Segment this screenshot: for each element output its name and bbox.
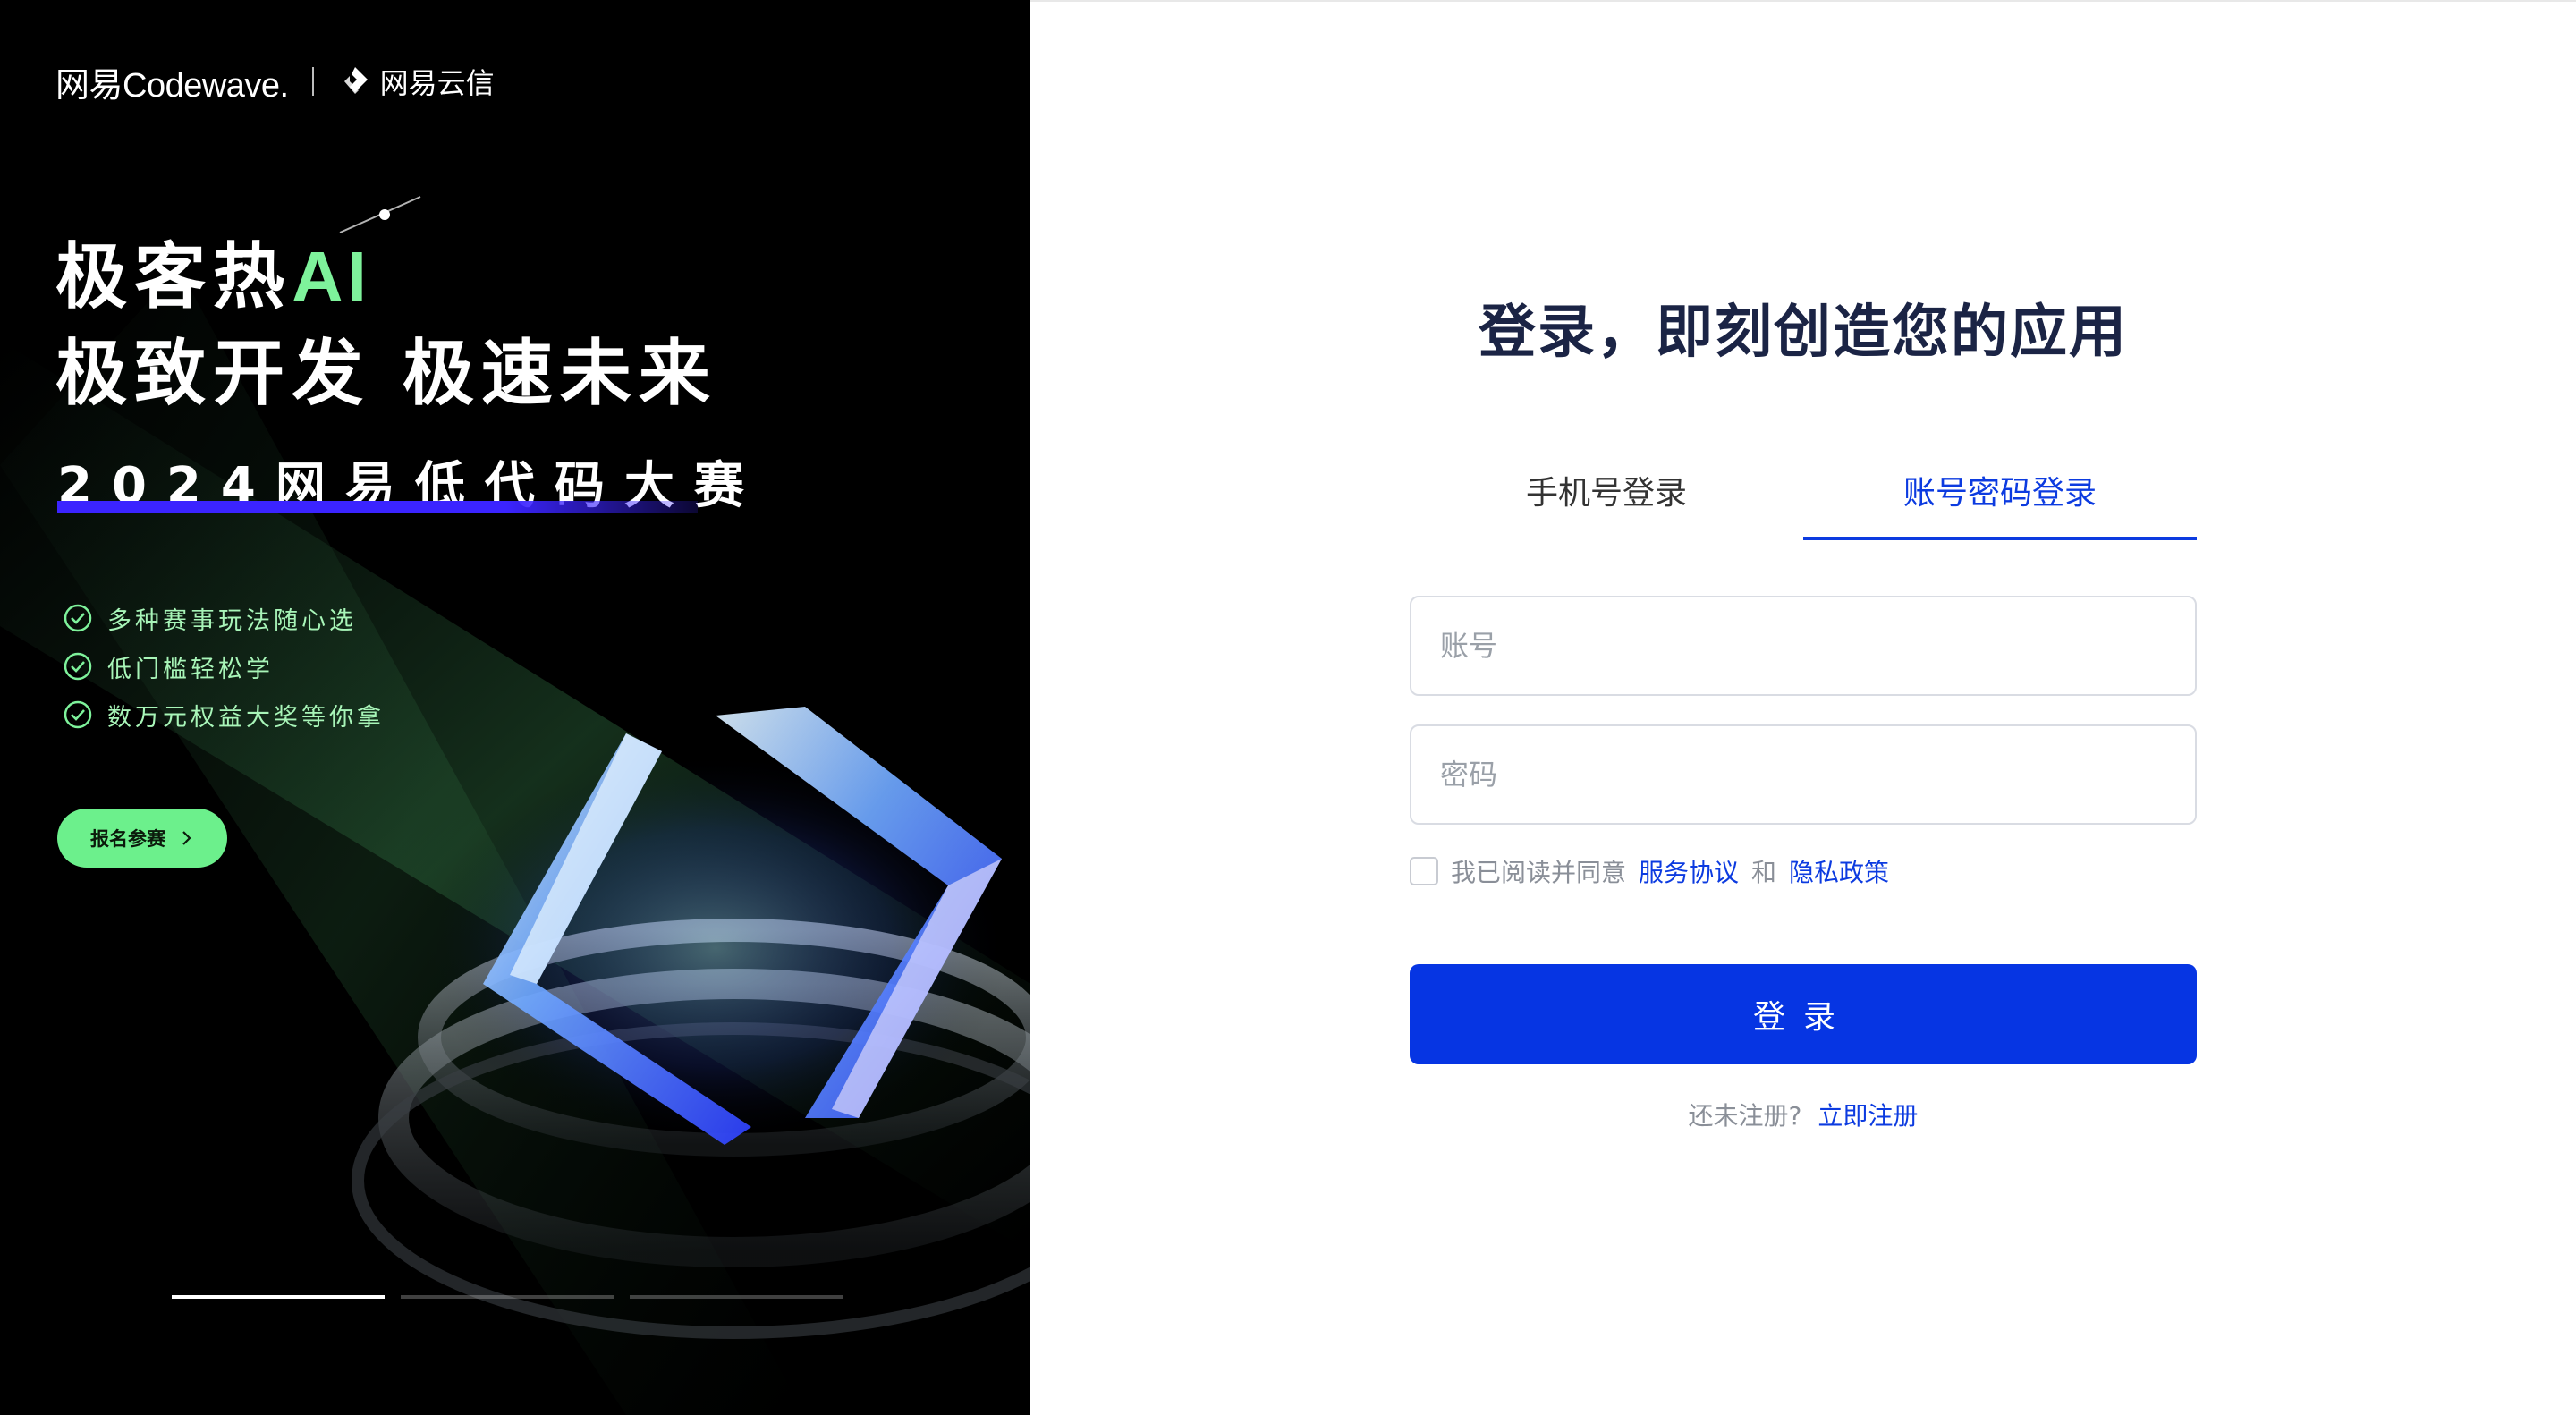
check-circle-icon — [64, 652, 92, 681]
headline-ai: AI — [292, 237, 370, 317]
join-contest-button[interactable]: 报名参赛 — [57, 809, 227, 868]
feature-item: 低门槛轻松学 — [63, 642, 385, 691]
check-circle-icon — [64, 700, 92, 729]
carousel-dot[interactable] — [630, 1295, 843, 1299]
agreement-checkbox[interactable] — [1410, 857, 1438, 885]
chevron-right-icon — [182, 831, 191, 845]
login-panel: 登录，即刻创造您的应用 手机号登录 账号密码登录 我已阅读并同意 服务协议 和 … — [1030, 0, 2576, 1415]
register-link[interactable]: 立即注册 — [1818, 1101, 1918, 1131]
join-contest-label: 报名参赛 — [90, 828, 165, 850]
register-prompt: 还未注册? — [1688, 1101, 1802, 1131]
carousel-indicators — [172, 1295, 843, 1299]
yunxin-logo-icon — [343, 67, 368, 94]
headline-line-2: 极致开发 极速未来 — [55, 332, 717, 415]
feature-item: 数万元权益大奖等你拿 — [63, 691, 385, 739]
account-input[interactable] — [1410, 596, 2197, 696]
and-text: 和 — [1751, 858, 1777, 887]
agreement-row: 我已阅读并同意 服务协议 和 隐私政策 — [1410, 853, 1889, 889]
promo-headline: 极客热AI 极致开发 极速未来 — [55, 229, 717, 422]
brand-logos: 网易Codewave. 网易云信 — [55, 59, 495, 105]
feature-text: 多种赛事玩法随心选 — [107, 606, 357, 635]
feature-list: 多种赛事玩法随心选 低门槛轻松学 数万元权益大奖等你拿 — [63, 594, 385, 739]
login-tabs: 手机号登录 账号密码登录 — [1410, 454, 2197, 540]
carousel-dot[interactable] — [401, 1295, 614, 1299]
agreement-text: 我已阅读并同意 — [1451, 858, 1627, 887]
contest-underline — [57, 501, 698, 513]
yunxin-logo-text: 网易云信 — [379, 66, 495, 100]
brand-divider — [311, 67, 314, 96]
tab-account-login[interactable]: 账号密码登录 — [1803, 454, 2197, 540]
headline-prefix: 极客热 — [55, 235, 292, 318]
carousel-dot[interactable] — [172, 1295, 385, 1299]
headline-line-1: 极客热AI — [55, 229, 717, 326]
privacy-policy-link[interactable]: 隐私政策 — [1789, 853, 1889, 889]
yunxin-logo: 网易云信 — [337, 61, 495, 102]
check-circle-icon — [64, 604, 92, 632]
codewave-logo: 网易Codewave. — [55, 66, 289, 105]
tab-phone-login[interactable]: 手机号登录 — [1410, 454, 1803, 540]
feature-item: 多种赛事玩法随心选 — [63, 594, 385, 642]
login-button[interactable]: 登录 — [1410, 964, 2197, 1064]
page-title: 登录，即刻创造您的应用 — [1479, 300, 2128, 366]
service-agreement-link[interactable]: 服务协议 — [1639, 853, 1739, 889]
feature-text: 数万元权益大奖等你拿 — [107, 703, 385, 732]
register-row: 还未注册? 立即注册 — [1030, 1097, 2576, 1132]
promo-banner: 网易Codewave. 网易云信 极客热AI 极致开发 极速未来 2024网易低… — [0, 0, 1030, 1415]
feature-text: 低门槛轻松学 — [107, 655, 274, 683]
password-input[interactable] — [1410, 724, 2197, 825]
